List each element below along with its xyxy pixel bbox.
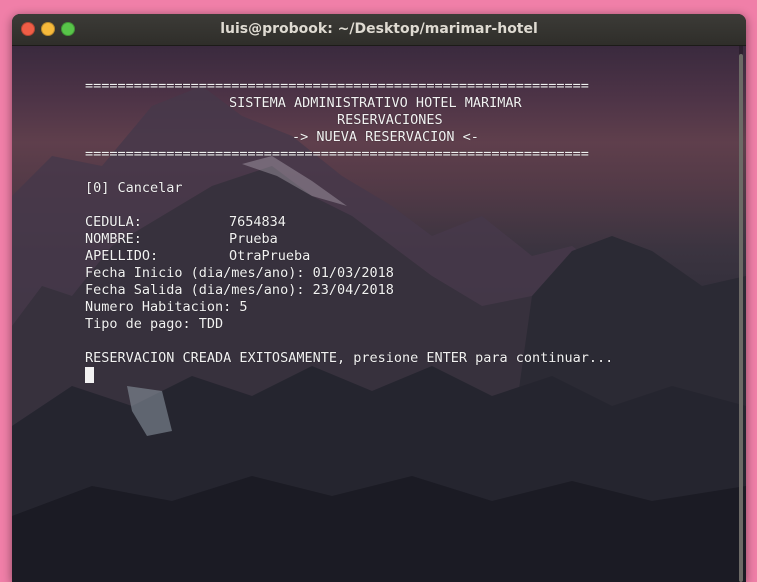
text-cursor: [85, 367, 94, 383]
habitacion-line: Numero Habitacion: 5: [85, 299, 248, 315]
scrollbar-thumb[interactable]: [739, 54, 743, 582]
terminal-area[interactable]: ========================================…: [12, 46, 746, 582]
separator-bottom: ========================================…: [85, 146, 589, 162]
tipo-pago-line: Tipo de pago: TDD: [85, 316, 224, 332]
field-value: Prueba: [229, 231, 278, 247]
field-value: 7654834: [229, 214, 286, 230]
terminal-window: luis@probook: ~/Desktop/marimar-hotel ==…: [12, 14, 746, 582]
field-label: NOMBRE:: [85, 231, 142, 247]
fecha-inicio-line: Fecha Inicio (dia/mes/ano): 01/03/2018: [85, 265, 394, 281]
field-nombre: NOMBRE: Prueba: [85, 231, 613, 248]
field-cedula: CEDULA: 7654834: [85, 214, 613, 231]
prompt-line[interactable]: [85, 367, 613, 384]
status-message: RESERVACION CREADA EXITOSAMENTE, presion…: [85, 350, 614, 366]
terminal-output: ========================================…: [85, 78, 613, 384]
separator-top: ========================================…: [85, 78, 589, 94]
fecha-salida-line: Fecha Salida (dia/mes/ano): 23/04/2018: [85, 282, 394, 298]
field-label: CEDULA:: [85, 214, 142, 230]
header-section: RESERVACIONES: [337, 112, 443, 128]
cancel-option: [0] Cancelar: [85, 180, 183, 196]
field-apellido: APELLIDO: OtraPrueba: [85, 248, 613, 265]
field-value: OtraPrueba: [229, 248, 311, 264]
header-subsection: -> NUEVA RESERVACION <-: [292, 129, 479, 145]
scrollbar[interactable]: [739, 46, 743, 582]
header-system-title: SISTEMA ADMINISTRATIVO HOTEL MARIMAR: [229, 95, 522, 111]
field-label: APELLIDO:: [85, 248, 159, 264]
window-title: luis@probook: ~/Desktop/marimar-hotel: [220, 21, 538, 37]
title-bar[interactable]: luis@probook: ~/Desktop/marimar-hotel: [12, 14, 746, 46]
